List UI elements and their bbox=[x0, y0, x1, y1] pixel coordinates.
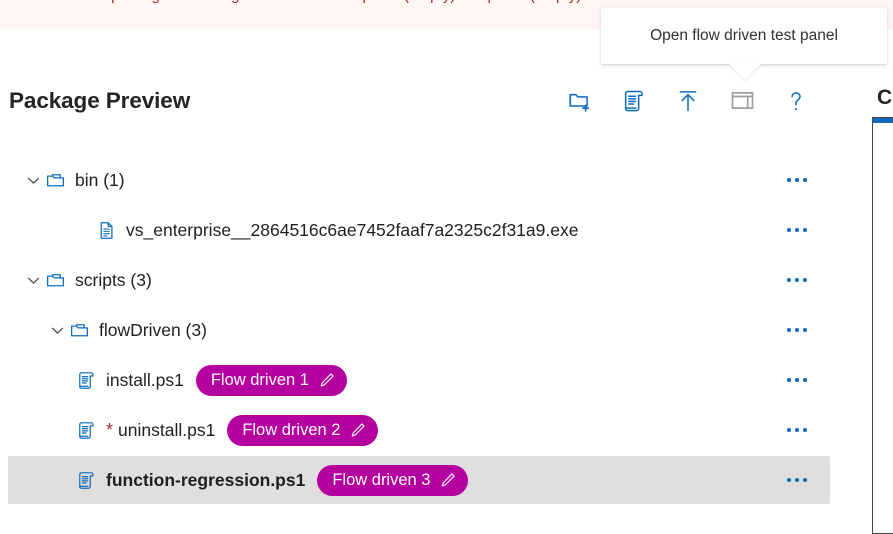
overflow-dot bbox=[803, 228, 807, 232]
overflow-dot bbox=[803, 278, 807, 282]
overflow-dot bbox=[787, 378, 791, 382]
help-icon bbox=[783, 88, 809, 117]
flow-driven-badge[interactable]: Flow driven 2 bbox=[227, 414, 379, 446]
script-scroll-icon bbox=[75, 369, 97, 391]
row-overflow-menu[interactable] bbox=[783, 272, 811, 288]
upload-icon bbox=[675, 88, 701, 117]
overflow-dot bbox=[787, 178, 791, 182]
flow-driven-badge-label: Flow driven 2 bbox=[242, 420, 341, 439]
overflow-dot bbox=[787, 478, 791, 482]
edit-pencil-icon[interactable] bbox=[439, 471, 457, 489]
folder-icon bbox=[44, 169, 66, 191]
overflow-dot bbox=[787, 328, 791, 332]
row-overflow-menu[interactable] bbox=[783, 322, 811, 338]
row-overflow-menu[interactable] bbox=[783, 172, 811, 188]
overflow-dot bbox=[795, 228, 799, 232]
overflow-dot bbox=[795, 428, 799, 432]
unsaved-indicator: * bbox=[106, 419, 114, 440]
open-test-panel-button[interactable] bbox=[724, 84, 760, 120]
tree-item-label: bin (1) bbox=[75, 169, 125, 190]
table-row[interactable]: install.ps1 Flow driven 1 bbox=[0, 355, 893, 405]
flow-driven-badge-label: Flow driven 3 bbox=[332, 470, 431, 489]
overflow-dot bbox=[803, 378, 807, 382]
overflow-dot bbox=[795, 378, 799, 382]
table-row-selected[interactable]: function-regression.ps1 Flow driven 3 bbox=[0, 455, 893, 505]
overflow-dot bbox=[803, 328, 807, 332]
tooltip-arrow bbox=[728, 63, 762, 80]
overflow-dot bbox=[803, 428, 807, 432]
folder-icon bbox=[68, 319, 90, 341]
new-folder-button[interactable] bbox=[562, 84, 598, 120]
new-folder-icon bbox=[567, 88, 593, 117]
toolbar bbox=[562, 84, 814, 120]
row-overflow-menu[interactable] bbox=[783, 472, 811, 488]
overflow-dot bbox=[787, 278, 791, 282]
side-panel-accent-bar bbox=[873, 118, 893, 123]
edit-pencil-icon[interactable] bbox=[318, 371, 336, 389]
row-overflow-menu[interactable] bbox=[783, 222, 811, 238]
flow-driven-badge-label: Flow driven 1 bbox=[210, 370, 309, 389]
row-overflow-menu[interactable] bbox=[783, 372, 811, 388]
open-panel-icon bbox=[729, 87, 756, 117]
tree-item-label: install.ps1 bbox=[106, 369, 184, 390]
table-row[interactable]: vs_enterprise__2864516c6ae7452faaf7a2325… bbox=[0, 205, 893, 255]
warning-banner-text: …package is missing a flow driven test p… bbox=[96, 0, 614, 4]
tooltip-text: Open flow driven test panel bbox=[650, 27, 838, 44]
package-tree: bin (1) vs_enterprise__2864516c6ae7452fa… bbox=[0, 155, 893, 505]
tree-item-label: flowDriven (3) bbox=[99, 319, 207, 340]
file-document-icon bbox=[95, 219, 117, 241]
side-panel-heading: C bbox=[877, 86, 893, 109]
overflow-dot bbox=[795, 328, 799, 332]
overflow-dot bbox=[787, 228, 791, 232]
overflow-dot bbox=[795, 478, 799, 482]
flow-driven-badge[interactable]: Flow driven 1 bbox=[195, 364, 347, 396]
flow-driven-badge[interactable]: Flow driven 3 bbox=[317, 464, 469, 496]
script-scroll-icon bbox=[75, 419, 97, 441]
new-script-button[interactable] bbox=[616, 84, 652, 120]
help-button[interactable] bbox=[778, 84, 814, 120]
tree-item-label: uninstall.ps1 bbox=[118, 419, 216, 440]
chevron-down-icon[interactable] bbox=[46, 319, 68, 341]
upload-button[interactable] bbox=[670, 84, 706, 120]
table-row[interactable]: bin (1) bbox=[0, 155, 893, 205]
page-title: Package Preview bbox=[9, 88, 191, 113]
chevron-down-icon[interactable] bbox=[22, 169, 44, 191]
folder-icon bbox=[44, 269, 66, 291]
chevron-down-icon[interactable] bbox=[22, 269, 44, 291]
script-scroll-icon bbox=[621, 88, 647, 117]
tree-item-label: scripts (3) bbox=[75, 269, 152, 290]
overflow-dot bbox=[795, 278, 799, 282]
table-row[interactable]: * uninstall.ps1 Flow driven 2 bbox=[0, 405, 893, 455]
tree-item-label: function-regression.ps1 bbox=[106, 469, 306, 490]
overflow-dot bbox=[787, 428, 791, 432]
overflow-dot bbox=[803, 478, 807, 482]
overflow-dot bbox=[803, 178, 807, 182]
script-scroll-icon bbox=[75, 469, 97, 491]
header: Package Preview bbox=[0, 88, 893, 134]
table-row[interactable]: scripts (3) bbox=[0, 255, 893, 305]
edit-pencil-icon[interactable] bbox=[349, 421, 367, 439]
tree-item-label: vs_enterprise__2864516c6ae7452faaf7a2325… bbox=[126, 219, 579, 240]
overflow-dot bbox=[795, 178, 799, 182]
row-overflow-menu[interactable] bbox=[783, 422, 811, 438]
table-row[interactable]: flowDriven (3) bbox=[0, 305, 893, 355]
tooltip: Open flow driven test panel bbox=[601, 8, 887, 64]
